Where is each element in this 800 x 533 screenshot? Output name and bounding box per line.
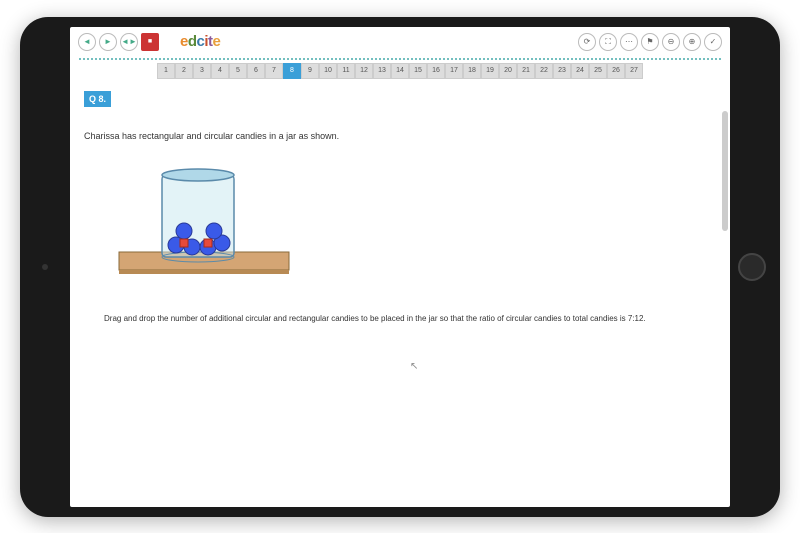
scrollbar[interactable] xyxy=(722,111,728,231)
back-button[interactable]: ◄ xyxy=(78,33,96,51)
question-badge: Q 8. xyxy=(84,91,111,107)
qnum-2[interactable]: 2 xyxy=(175,63,193,79)
forward-button[interactable]: ► xyxy=(99,33,117,51)
qnum-1[interactable]: 1 xyxy=(157,63,175,79)
qnum-24[interactable]: 24 xyxy=(571,63,589,79)
qnum-9[interactable]: 9 xyxy=(301,63,319,79)
tablet-camera xyxy=(42,264,48,270)
zoom-out-button[interactable]: ⊖ xyxy=(662,33,680,51)
question-text: Charissa has rectangular and circular ca… xyxy=(84,131,716,141)
qnum-12[interactable]: 12 xyxy=(355,63,373,79)
qnum-8[interactable]: 8 xyxy=(283,63,301,79)
logo: edcite xyxy=(180,33,220,50)
qnum-15[interactable]: 15 xyxy=(409,63,427,79)
qnum-10[interactable]: 10 xyxy=(319,63,337,79)
fullscreen-button[interactable]: ⛶ xyxy=(599,33,617,51)
logo-e2: e xyxy=(213,33,221,50)
qnum-3[interactable]: 3 xyxy=(193,63,211,79)
stop-button[interactable]: ■ xyxy=(141,33,159,51)
qnum-16[interactable]: 16 xyxy=(427,63,445,79)
qnum-22[interactable]: 22 xyxy=(535,63,553,79)
logo-e1: e xyxy=(180,33,188,50)
bookmark-button[interactable]: ◄► xyxy=(120,33,138,51)
qnum-23[interactable]: 23 xyxy=(553,63,571,79)
instruction-text: Drag and drop the number of additional c… xyxy=(104,314,716,323)
zoom-in-button[interactable]: ⊕ xyxy=(683,33,701,51)
content-area: Q 8. Charissa has rectangular and circul… xyxy=(70,81,730,507)
qnum-17[interactable]: 17 xyxy=(445,63,463,79)
tablet-frame: ◄ ► ◄► ■ edcite ⟳ ⛶ ⋯ ⚑ ⊖ ⊕ ✓ 1234567891… xyxy=(20,17,780,517)
toolbar: ◄ ► ◄► ■ edcite ⟳ ⛶ ⋯ ⚑ ⊖ ⊕ ✓ xyxy=(70,27,730,57)
menu-button[interactable]: ⋯ xyxy=(620,33,638,51)
qnum-7[interactable]: 7 xyxy=(265,63,283,79)
flag-button[interactable]: ⚑ xyxy=(641,33,659,51)
check-button[interactable]: ✓ xyxy=(704,33,722,51)
qnum-4[interactable]: 4 xyxy=(211,63,229,79)
qnum-13[interactable]: 13 xyxy=(373,63,391,79)
app-screen: ◄ ► ◄► ■ edcite ⟳ ⛶ ⋯ ⚑ ⊖ ⊕ ✓ 1234567891… xyxy=(70,27,730,507)
qnum-27[interactable]: 27 xyxy=(625,63,643,79)
qnum-26[interactable]: 26 xyxy=(607,63,625,79)
qnum-6[interactable]: 6 xyxy=(247,63,265,79)
refresh-button[interactable]: ⟳ xyxy=(578,33,596,51)
qnum-5[interactable]: 5 xyxy=(229,63,247,79)
cursor-icon: ↖ xyxy=(410,361,418,372)
qnum-20[interactable]: 20 xyxy=(499,63,517,79)
qnum-11[interactable]: 11 xyxy=(337,63,355,79)
home-button[interactable] xyxy=(738,253,766,281)
question-nav: 1234567891011121314151617181920212223242… xyxy=(70,61,730,81)
qnum-25[interactable]: 25 xyxy=(589,63,607,79)
qnum-14[interactable]: 14 xyxy=(391,63,409,79)
jar-illustration xyxy=(114,157,294,287)
qnum-19[interactable]: 19 xyxy=(481,63,499,79)
qnum-18[interactable]: 18 xyxy=(463,63,481,79)
logo-d: d xyxy=(188,33,197,50)
qnum-21[interactable]: 21 xyxy=(517,63,535,79)
